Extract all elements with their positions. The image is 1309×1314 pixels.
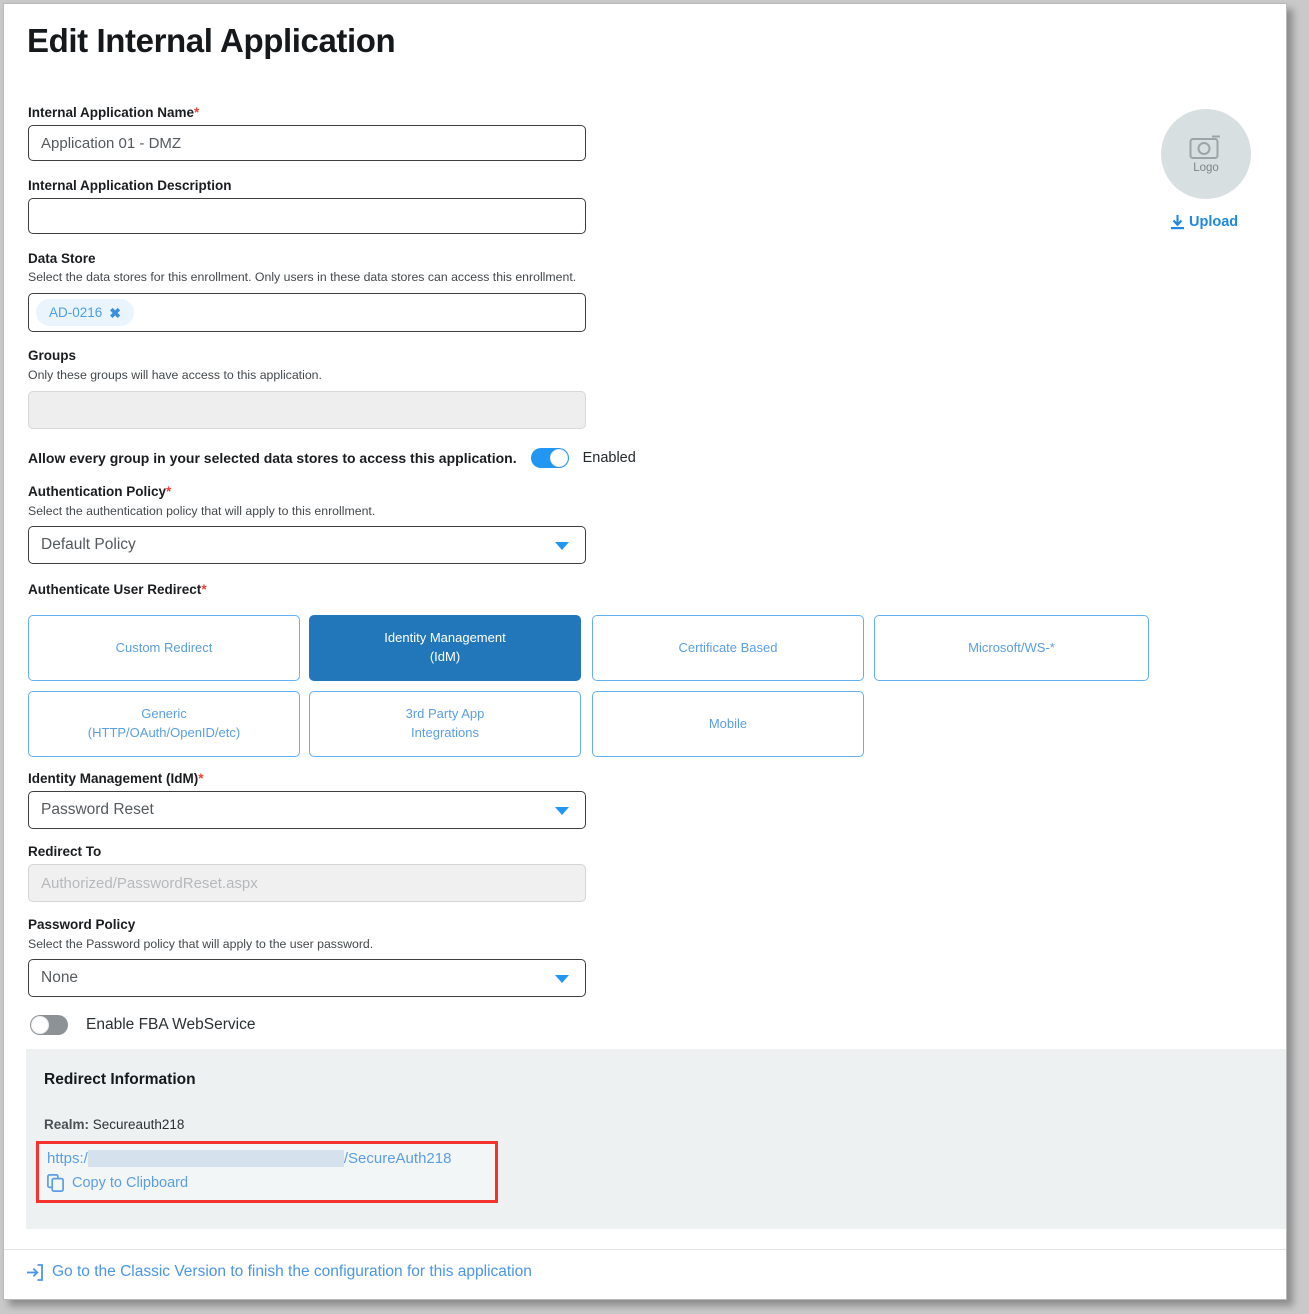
password-policy-help: Select the Password policy that will app… bbox=[28, 937, 373, 951]
authentication-policy-value: Default Policy bbox=[41, 536, 136, 554]
groups-input[interactable] bbox=[28, 391, 586, 429]
footer-divider bbox=[4, 1249, 1286, 1250]
chevron-down-icon bbox=[555, 975, 569, 983]
redirect-option-generic[interactable]: Generic (HTTP/OAuth/OpenID/etc) bbox=[28, 691, 300, 757]
go-to-classic-version-link[interactable]: Go to the Classic Version to finish the … bbox=[26, 1263, 532, 1281]
required-asterisk: * bbox=[201, 582, 206, 597]
app-name-value: Application 01 - DMZ bbox=[41, 135, 181, 152]
data-store-chip-label: AD-0216 bbox=[49, 305, 102, 320]
application-edit-page: Edit Internal Application Logo Upload In… bbox=[3, 3, 1287, 1300]
redirect-option-microsoft-ws[interactable]: Microsoft/WS-* bbox=[874, 615, 1149, 681]
sign-in-arrow-icon bbox=[26, 1264, 43, 1281]
redirect-option-label: Custom Redirect bbox=[116, 639, 213, 658]
redirect-option-identity-management[interactable]: Identity Management (IdM) bbox=[309, 615, 581, 681]
chevron-down-icon bbox=[555, 807, 569, 815]
identity-management-label: Identity Management (IdM)* bbox=[28, 771, 204, 786]
camera-icon bbox=[1189, 134, 1223, 160]
redirect-option-label: Mobile bbox=[709, 715, 747, 734]
groups-help: Only these groups will have access to th… bbox=[28, 368, 322, 382]
close-icon[interactable]: ✖ bbox=[109, 306, 121, 320]
copy-icon bbox=[47, 1174, 64, 1192]
redirect-option-3rd-party-app[interactable]: 3rd Party App Integrations bbox=[309, 691, 581, 757]
required-asterisk: * bbox=[194, 105, 199, 120]
data-store-input[interactable]: AD-0216 ✖ bbox=[28, 293, 586, 332]
redirect-information-title: Redirect Information bbox=[44, 1071, 196, 1089]
logo-placeholder-label: Logo bbox=[1193, 162, 1219, 174]
toggle-knob bbox=[31, 1016, 49, 1034]
allow-every-group-state: Enabled bbox=[583, 450, 636, 466]
redirect-option-custom-redirect[interactable]: Custom Redirect bbox=[28, 615, 300, 681]
screenshot-root: Edit Internal Application Logo Upload In… bbox=[0, 0, 1309, 1314]
toggle-knob bbox=[550, 449, 568, 467]
redirect-to-value: Authorized/PasswordReset.aspx bbox=[41, 875, 258, 892]
redirect-url[interactable]: https:/ /SecureAuth218 bbox=[47, 1150, 487, 1167]
redirect-information-panel: Redirect Information Realm: Secureauth21… bbox=[26, 1049, 1286, 1229]
redirect-to-label: Redirect To bbox=[28, 844, 101, 859]
chevron-down-icon bbox=[555, 542, 569, 550]
page-title: Edit Internal Application bbox=[27, 22, 395, 60]
groups-label: Groups bbox=[28, 348, 76, 363]
data-store-label: Data Store bbox=[28, 251, 96, 266]
password-policy-select[interactable]: None bbox=[28, 959, 586, 997]
upload-logo-button[interactable]: Upload bbox=[1171, 214, 1238, 230]
copy-to-clipboard-label: Copy to Clipboard bbox=[72, 1175, 188, 1191]
authentication-policy-label: Authentication Policy* bbox=[28, 484, 171, 499]
upload-logo-label: Upload bbox=[1189, 214, 1238, 230]
realm-label: Realm: bbox=[44, 1117, 89, 1132]
authenticate-user-redirect-label: Authenticate User Redirect* bbox=[28, 582, 207, 597]
allow-every-group-row: Allow every group in your selected data … bbox=[28, 448, 636, 468]
password-policy-value: None bbox=[41, 969, 78, 987]
redirect-url-suffix: /SecureAuth218 bbox=[344, 1150, 452, 1167]
data-store-chip[interactable]: AD-0216 ✖ bbox=[36, 299, 134, 326]
redirect-option-label: Identity Management (IdM) bbox=[384, 629, 505, 667]
app-name-input[interactable]: Application 01 - DMZ bbox=[28, 125, 586, 161]
required-asterisk: * bbox=[166, 484, 171, 499]
redirect-url-prefix: https:/ bbox=[47, 1150, 88, 1167]
data-store-help: Select the data stores for this enrollme… bbox=[28, 270, 576, 284]
redirect-option-label: Microsoft/WS-* bbox=[968, 639, 1055, 658]
redirect-option-certificate-based[interactable]: Certificate Based bbox=[592, 615, 864, 681]
enable-fba-webservice-row: Enable FBA WebService bbox=[30, 1015, 255, 1035]
redirect-url-highlight-box: https:/ /SecureAuth218 Copy to Clipboard bbox=[36, 1141, 498, 1203]
authentication-policy-select[interactable]: Default Policy bbox=[28, 526, 586, 564]
identity-management-value: Password Reset bbox=[41, 801, 154, 819]
app-name-label: Internal Application Name* bbox=[28, 105, 199, 120]
redirect-url-redacted bbox=[88, 1150, 344, 1167]
allow-every-group-toggle[interactable] bbox=[531, 448, 569, 468]
download-arrow-icon bbox=[1171, 215, 1184, 230]
redirect-option-label: Generic (HTTP/OAuth/OpenID/etc) bbox=[88, 705, 240, 743]
realm-line: Realm: Secureauth218 bbox=[44, 1117, 184, 1132]
enable-fba-webservice-toggle[interactable] bbox=[30, 1015, 68, 1035]
enable-fba-webservice-label: Enable FBA WebService bbox=[86, 1016, 255, 1034]
redirect-to-input: Authorized/PasswordReset.aspx bbox=[28, 864, 586, 902]
redirect-option-label: 3rd Party App Integrations bbox=[406, 705, 485, 743]
allow-every-group-label: Allow every group in your selected data … bbox=[28, 450, 517, 466]
go-to-classic-version-label: Go to the Classic Version to finish the … bbox=[52, 1263, 532, 1281]
app-description-label: Internal Application Description bbox=[28, 178, 232, 193]
copy-to-clipboard-button[interactable]: Copy to Clipboard bbox=[47, 1174, 487, 1192]
logo-placeholder[interactable]: Logo bbox=[1161, 109, 1251, 199]
required-asterisk: * bbox=[198, 771, 203, 786]
authentication-policy-help: Select the authentication policy that wi… bbox=[28, 504, 375, 518]
identity-management-select[interactable]: Password Reset bbox=[28, 791, 586, 829]
redirect-option-mobile[interactable]: Mobile bbox=[592, 691, 864, 757]
password-policy-label: Password Policy bbox=[28, 917, 135, 932]
redirect-option-label: Certificate Based bbox=[679, 639, 778, 658]
app-description-input[interactable] bbox=[28, 198, 586, 234]
realm-value: Secureauth218 bbox=[93, 1117, 185, 1132]
